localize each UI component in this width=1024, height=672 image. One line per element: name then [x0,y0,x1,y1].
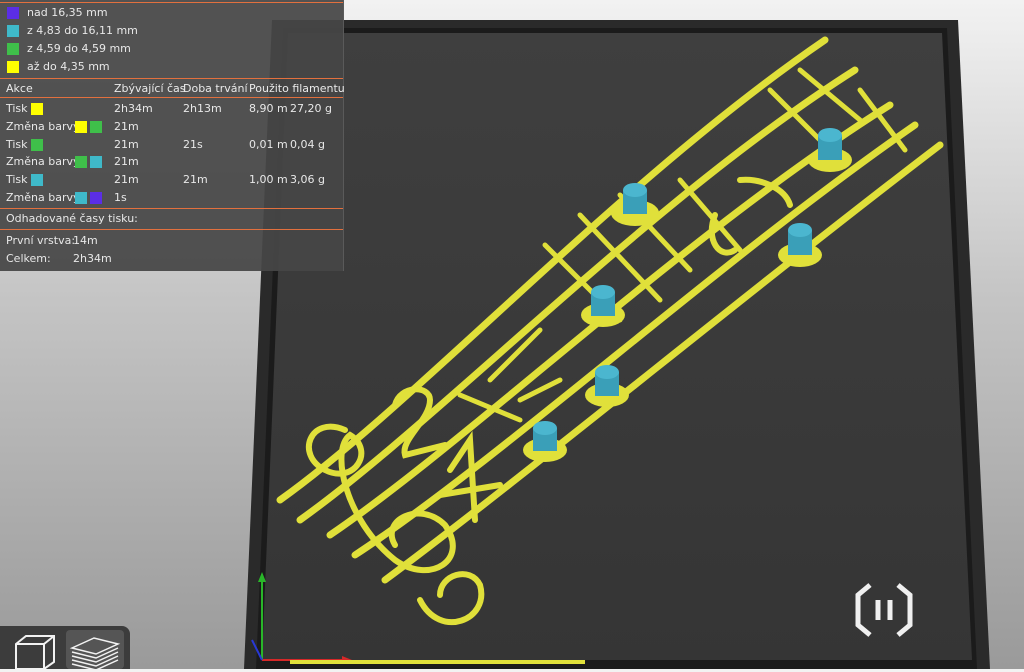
legend-swatch [7,43,19,55]
row-weight: 27,20 g [290,102,332,115]
divider [0,229,343,230]
total-label: Celkem: [6,252,51,265]
row-action: Změna barvy [6,191,80,204]
legend-range-label: z 4,59 do 4,59 mm [27,42,131,55]
first-layer-value: 14m [73,234,98,247]
divider [0,78,343,79]
row-color-swatch [31,103,43,115]
row-color-swatch [90,156,102,168]
divider [0,208,343,209]
legend-swatch [7,25,19,37]
row-remaining: 21m [114,120,139,133]
row-color-swatch [90,121,102,133]
row-duration: 21s [183,138,203,151]
row-color-swatch [75,121,87,133]
row-action: Tisk [6,173,28,186]
legend-swatch [7,61,19,73]
color-legend-panel: nad 16,35 mm z 4,83 do 16,11 mm z 4,59 d… [0,0,345,271]
row-length: 8,90 m [249,102,288,115]
divider [0,97,343,98]
header-used: Použito filamentu [249,82,345,95]
legend-range-label: z 4,83 do 16,11 mm [27,24,138,37]
row-action: Změna barvy [6,155,80,168]
first-layer-label: První vrstva: [6,234,76,247]
row-weight: 3,06 g [290,173,325,186]
iso-view-button[interactable] [4,630,62,670]
row-color-swatch [75,156,87,168]
header-action: Akce [6,82,33,95]
row-duration: 21m [183,173,208,186]
view-mode-toolbar [0,626,130,671]
row-remaining: 21m [114,138,139,151]
layers-view-icon [69,637,121,671]
row-duration: 2h13m [183,102,222,115]
total-value: 2h34m [73,252,112,265]
divider [0,2,343,3]
row-remaining: 21m [114,173,139,186]
row-color-swatch [90,192,102,204]
cube-view-icon [15,635,55,670]
estimates-title: Odhadované časy tisku: [6,212,138,225]
layers-view-button[interactable] [66,630,124,671]
row-remaining: 1s [114,191,127,204]
row-color-swatch [31,139,43,151]
row-action: Tisk [6,138,28,151]
row-color-swatch [31,174,43,186]
row-action: Tisk [6,102,28,115]
row-length: 0,01 m [249,138,288,151]
header-remaining: Zbývající čas [114,82,186,95]
legend-range-label: nad 16,35 mm [27,6,108,19]
row-length: 1,00 m [249,173,288,186]
row-weight: 0,04 g [290,138,325,151]
legend-swatch [7,7,19,19]
row-remaining: 21m [114,155,139,168]
header-duration: Doba trvání [183,82,248,95]
legend-range-label: až do 4,35 mm [27,60,110,73]
row-action: Změna barvy [6,120,80,133]
row-remaining: 2h34m [114,102,153,115]
row-color-swatch [75,192,87,204]
